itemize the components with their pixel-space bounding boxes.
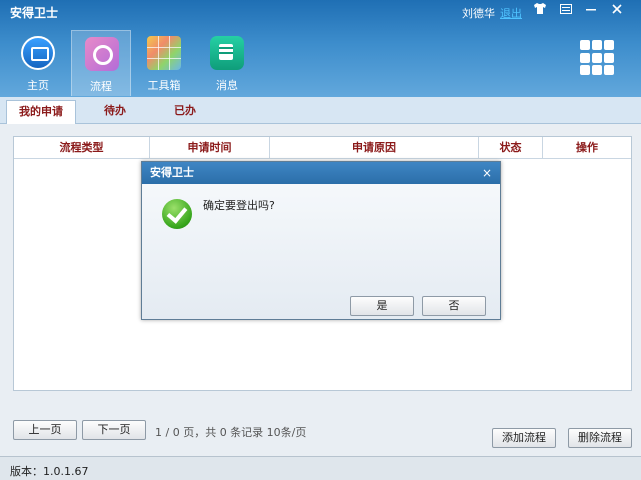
table-header: 流程类型 申请时间 申请原因 状态 操作 — [14, 137, 631, 159]
dialog-close-icon[interactable]: × — [482, 162, 492, 184]
status-bar: 版本：1.0.1.67 — [0, 456, 641, 480]
version-label: 版本：1.0.1.67 — [10, 465, 89, 478]
nav-item-flow[interactable]: 流程 — [71, 30, 131, 96]
cube-icon — [147, 36, 181, 70]
column-header[interactable]: 操作 — [543, 137, 631, 159]
delete-flow-button[interactable]: 删除流程 — [568, 428, 632, 448]
nav-item-toolbox[interactable]: 工具箱 — [134, 30, 194, 96]
tab-todo[interactable]: 待办 — [80, 100, 150, 124]
dialog-title: 安得卫士 — [150, 166, 194, 179]
nav-item-home[interactable]: 主页 — [8, 30, 68, 96]
main-nav: 主页 流程 工具箱 消息 — [8, 30, 260, 96]
menu-icon[interactable] — [555, 2, 577, 20]
tab-bar: 我的申请 待办 已办 — [0, 97, 641, 124]
nav-label: 消息 — [216, 79, 238, 92]
next-page-button[interactable]: 下一页 — [82, 420, 146, 440]
app-header: 安得卫士 刘德华 退出 主页 流程 工具箱 消息 — [0, 0, 641, 97]
nav-item-messages[interactable]: 消息 — [197, 30, 257, 96]
nav-label: 流程 — [90, 80, 112, 93]
tab-my-requests[interactable]: 我的申请 — [6, 100, 76, 124]
logout-confirm-dialog: 安得卫士 × 确定要登出吗? 是 否 — [141, 161, 501, 320]
column-header[interactable]: 流程类型 — [14, 137, 150, 159]
column-header[interactable]: 状态 — [479, 137, 543, 159]
user-name: 刘德华 — [462, 7, 495, 20]
flow-icon — [85, 37, 119, 71]
dialog-message: 确定要登出吗? — [203, 199, 275, 212]
column-header[interactable]: 申请时间 — [150, 137, 270, 159]
no-button[interactable]: 否 — [422, 296, 486, 316]
nav-label: 工具箱 — [147, 79, 181, 92]
checkmark-icon — [162, 199, 192, 229]
tab-done[interactable]: 已办 — [150, 100, 220, 124]
shirt-icon[interactable] — [529, 2, 551, 20]
close-icon[interactable] — [606, 2, 628, 20]
app-grid-icon[interactable] — [580, 40, 614, 76]
message-icon — [210, 36, 244, 70]
add-flow-button[interactable]: 添加流程 — [492, 428, 556, 448]
pager-info: 1 / 0 页，共 0 条记录 10条/页 — [155, 426, 307, 439]
monitor-icon — [21, 36, 55, 70]
prev-page-button[interactable]: 上一页 — [13, 420, 77, 440]
dialog-titlebar[interactable]: 安得卫士 × — [142, 162, 500, 184]
column-header[interactable]: 申请原因 — [270, 137, 479, 159]
nav-label: 主页 — [27, 79, 49, 92]
logout-link[interactable]: 退出 — [500, 5, 522, 21]
yes-button[interactable]: 是 — [350, 296, 414, 316]
dialog-body: 确定要登出吗? 是 否 — [142, 184, 500, 319]
minimize-icon[interactable] — [580, 2, 602, 20]
app-title: 安得卫士 — [10, 6, 59, 20]
